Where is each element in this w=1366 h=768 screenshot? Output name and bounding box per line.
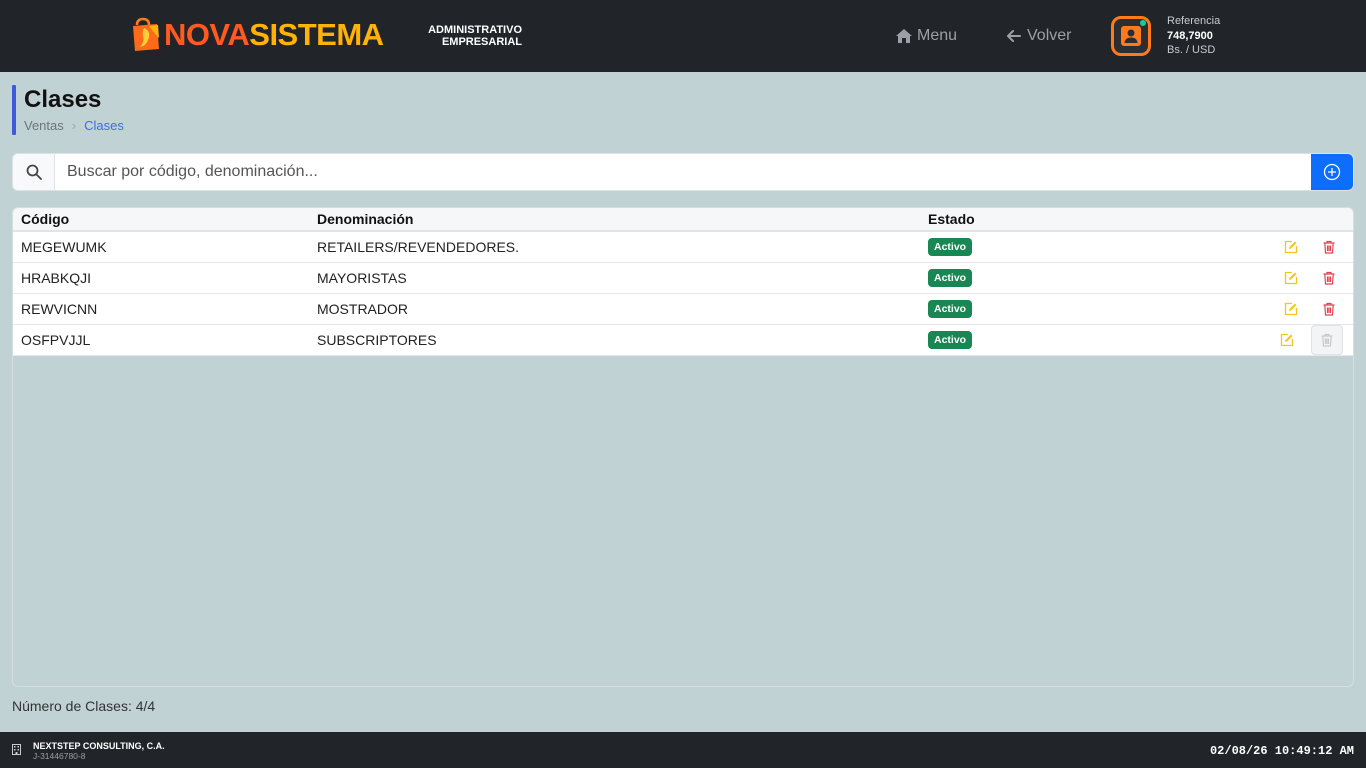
menu-button-label: Menu [917,27,958,44]
breadcrumb-item-clases: Clases [84,118,124,133]
arrow-left-icon [1007,30,1021,42]
cell-status: Activo [920,293,1250,324]
user-icon [1121,26,1141,46]
edit-icon [1280,333,1294,346]
cell-name: MAYORISTAS [317,269,407,286]
table-header-row: Código Denominación Estado [13,208,1353,232]
exchange-rate-reference: Referencia 748,7900 Bs. / USD [1167,14,1220,58]
datetime-display: 02/08/26 10:49:12 AM [1209,744,1354,758]
user-avatar[interactable] [1111,16,1151,56]
status-badge: Activo [928,331,973,349]
footer-bar: NEXTSTEP CONSULTING, C.A. J-31446780-8 0… [0,732,1366,768]
menu-button[interactable]: Menu [895,24,957,48]
brand-subtitle-line1: ADMINISTRATIVO [428,24,522,36]
search-input[interactable] [55,154,1311,190]
edit-button[interactable] [1277,235,1305,259]
table-row[interactable]: OSFPVJJL SUBSCRIPTORES Activo [13,324,1353,355]
delete-button-disabled [1311,324,1343,355]
building-icon [12,744,21,755]
edit-icon [1284,271,1298,284]
back-button-label: Volver [1027,27,1072,44]
search-icon [26,164,42,180]
edit-button[interactable] [1273,328,1301,352]
top-navbar: NOVASISTEMA ADMINISTRATIVO EMPRESARIAL M… [0,0,1366,72]
edit-button[interactable] [1277,297,1305,321]
cell-code: OSFPVJJL [21,331,91,348]
reference-unit: Bs. / USD [1167,44,1216,56]
breadcrumb: Ventas › Clases [24,118,124,134]
shopping-bag-logo-icon [133,17,159,51]
table-row[interactable]: MEGEWUMK RETAILERS/REVENDEDORES. Activo [13,231,1353,262]
add-class-button[interactable] [1311,154,1353,190]
classes-table: Código Denominación Estado MEGEWUMK RETA… [12,207,1354,687]
search-addon [13,154,55,190]
company-name: NEXTSTEP CONSULTING, C.A. [33,741,165,751]
edit-button[interactable] [1277,266,1305,290]
cell-actions [1250,293,1353,324]
trash-icon [1323,271,1335,285]
company-rif: J-31446780-8 [33,751,86,761]
delete-button[interactable] [1315,235,1343,259]
brand-logo-part2: SISTEMA [249,17,384,52]
status-badge: Activo [928,269,973,287]
plus-circle-icon [1323,163,1341,181]
edit-icon [1284,240,1298,253]
reference-value: 748,7900 [1167,29,1213,42]
breadcrumb-item-ventas[interactable]: Ventas [24,118,64,134]
column-header-actions [1250,208,1353,232]
table-row[interactable]: HRABKQJI MAYORISTAS Activo [13,262,1353,293]
cell-code: HRABKQJI [21,269,92,286]
brand-logo: NOVASISTEMA [164,17,384,53]
delete-button[interactable] [1315,297,1343,321]
trash-icon [1321,333,1333,347]
cell-status: Activo [920,231,1250,262]
status-badge: Activo [928,300,973,318]
column-header-code[interactable]: Código [13,208,309,232]
back-button[interactable]: Volver [1005,24,1071,48]
record-count: Número de Clases: 4/4 [12,698,156,714]
cell-code: MEGEWUMK [21,238,107,255]
cell-actions [1250,262,1353,293]
edit-icon [1284,302,1298,315]
home-icon [896,29,912,43]
search-bar [12,153,1354,191]
cell-code: REWVICNN [21,300,98,317]
cell-actions [1250,231,1353,262]
breadcrumb-separator: › [71,118,77,133]
cell-actions [1250,324,1353,355]
delete-button[interactable] [1315,266,1343,290]
column-header-status[interactable]: Estado [920,208,1250,232]
status-badge: Activo [928,238,973,257]
page-title: Clases [24,86,102,113]
table-row[interactable]: REWVICNN MOSTRADOR Activo [13,293,1353,324]
cell-name: SUBSCRIPTORES [317,331,437,348]
brand-logo-part1: NOVA [164,17,250,52]
trash-icon [1323,302,1335,316]
cell-status: Activo [920,262,1250,293]
column-header-name[interactable]: Denominación [309,208,920,232]
cell-status: Activo [920,324,1250,355]
brand-subtitle: ADMINISTRATIVO EMPRESARIAL [418,24,522,48]
trash-icon [1323,240,1335,254]
brand-subtitle-line2: EMPRESARIAL [441,36,522,48]
cell-name: MOSTRADOR [317,300,408,317]
cell-name: RETAILERS/REVENDEDORES. [317,238,520,255]
title-accent-bar [12,85,16,135]
reference-label: Referencia [1167,15,1221,27]
